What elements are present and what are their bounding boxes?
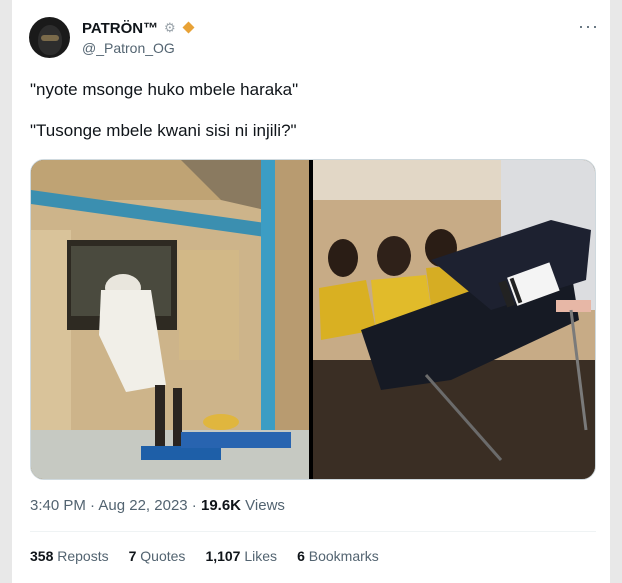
meta-separator: · [85, 497, 99, 514]
tweet-meta: 3:40 PM · Aug 22, 2023 · 19.6K Views [30, 497, 285, 514]
author-name[interactable]: PATRÖN™ [82, 20, 158, 37]
tweet-time[interactable]: 3:40 PM [30, 497, 86, 514]
author-handle[interactable]: @_Patron_OG [82, 40, 175, 56]
tweet-text-line-1: "nyote msonge huko mbele haraka" [30, 80, 299, 99]
likes-stat[interactable]: 1,107 Likes [205, 548, 277, 564]
more-options-icon[interactable]: ··· [578, 16, 599, 37]
bookmarks-count: 6 [297, 548, 305, 564]
divider [30, 531, 596, 532]
reposts-stat[interactable]: 358 Reposts [30, 548, 109, 564]
bookmarks-stat[interactable]: 6 Bookmarks [297, 548, 379, 564]
meta-separator: · [187, 497, 201, 514]
views-label: Views [241, 497, 285, 514]
reposts-label: Reposts [53, 548, 109, 564]
avatar-eyes [41, 35, 59, 41]
quotes-label: Quotes [136, 548, 186, 564]
likes-count: 1,107 [205, 548, 241, 564]
verified-badge-icon [182, 21, 195, 34]
reposts-count: 358 [30, 548, 54, 564]
tweet-date[interactable]: Aug 22, 2023 [98, 497, 187, 514]
views-count: 19.6K [200, 497, 242, 514]
tweet-card: PATRÖN™ ⚙ @_Patron_OG ··· "nyote msonge … [12, 0, 610, 583]
quotes-stat[interactable]: 7 Quotes [129, 548, 186, 564]
left-photo [31, 160, 309, 479]
avatar[interactable] [29, 17, 70, 58]
likes-label: Likes [240, 548, 278, 564]
bookmarks-label: Bookmarks [304, 548, 379, 564]
right-photo [313, 160, 595, 479]
tweet-media[interactable] [30, 159, 596, 480]
decoration-icon: ⚙ [164, 20, 176, 35]
tweet-text-line-2: "Tusonge mbele kwani sisi ni injili?" [30, 121, 297, 140]
media-photo-collage [31, 160, 595, 479]
engagement-stats: 358 Reposts 7 Quotes 1,107 Likes 6 Bookm… [30, 548, 399, 564]
